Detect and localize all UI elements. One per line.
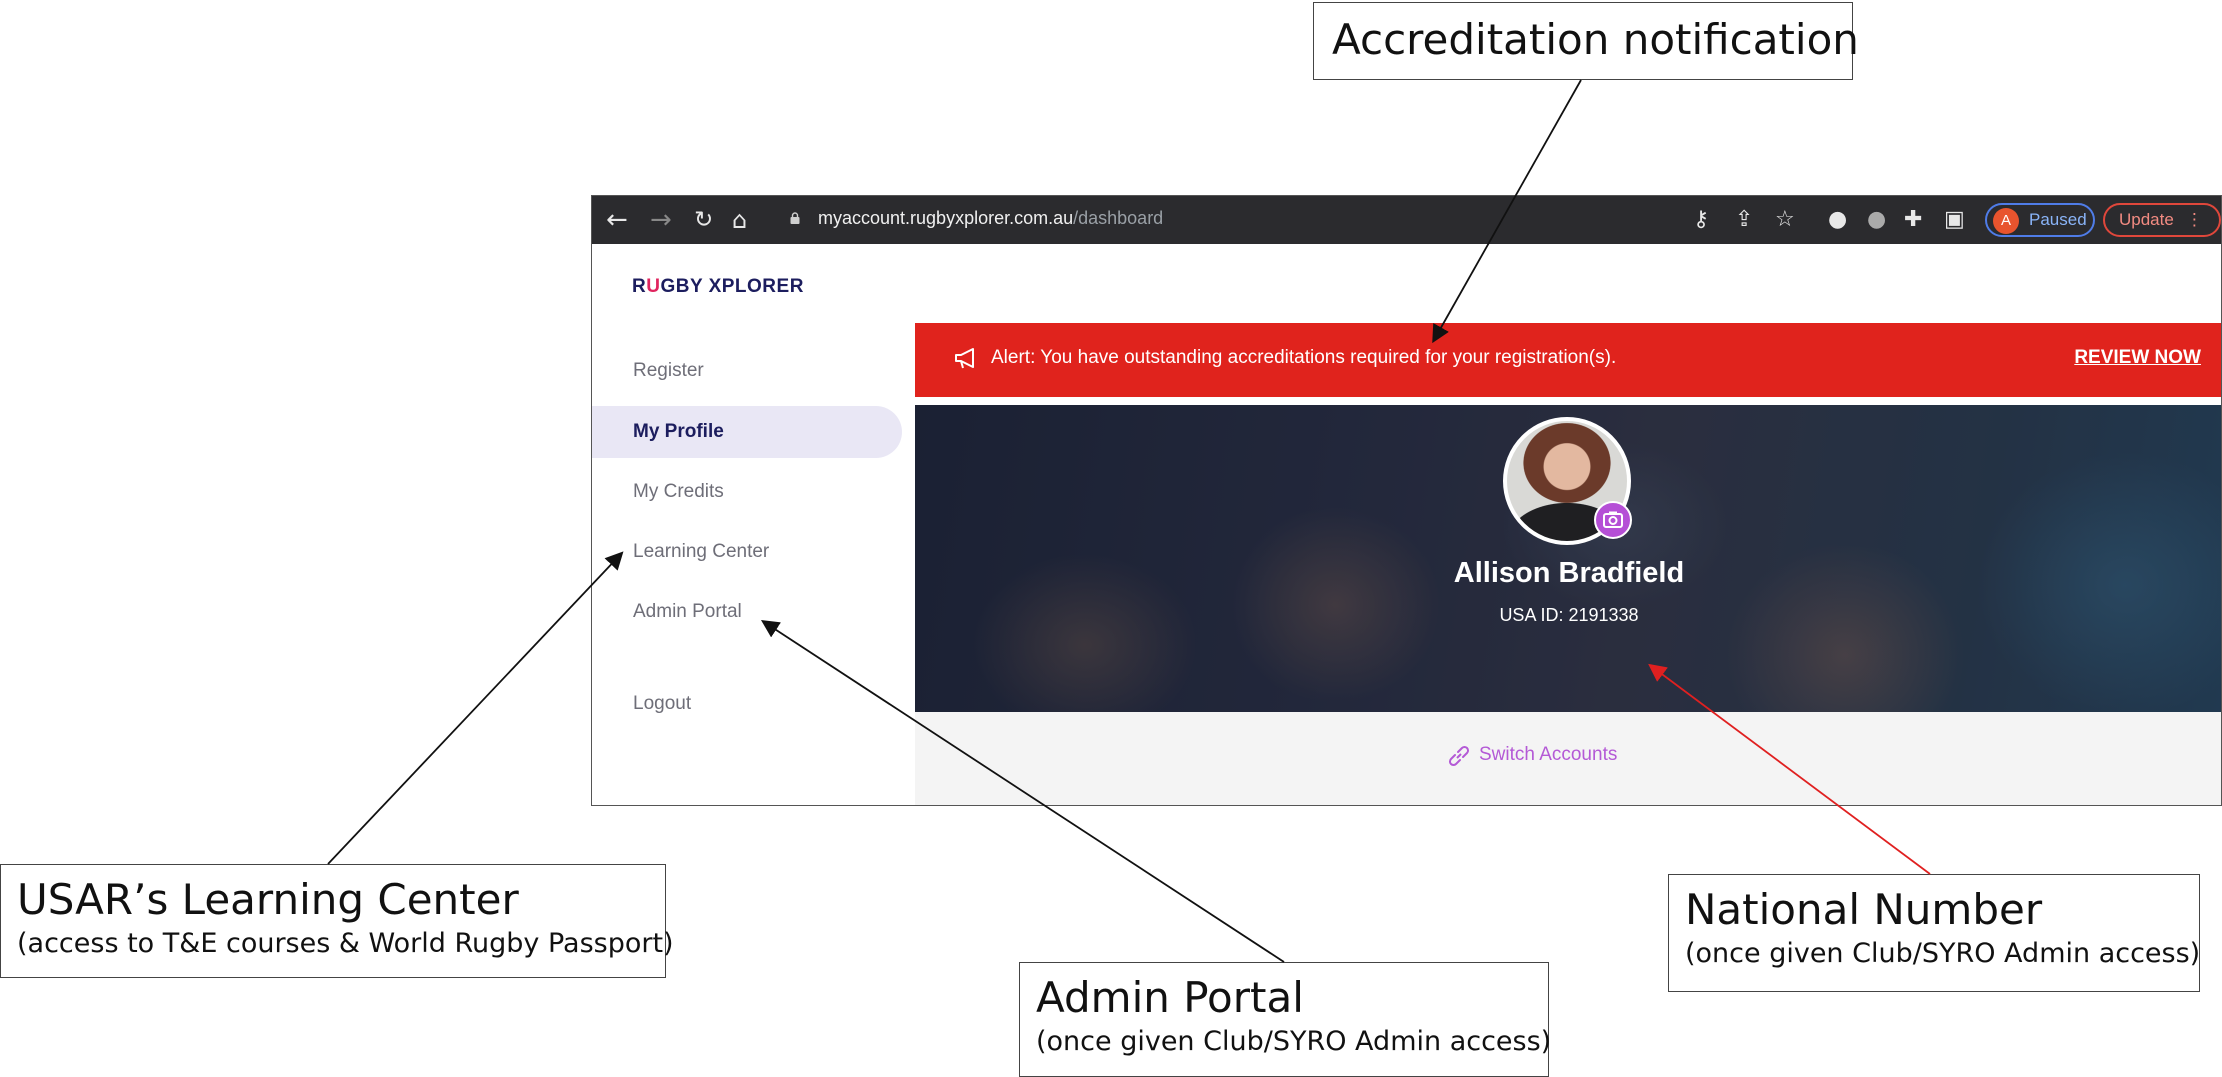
profile-avatar: A bbox=[1993, 208, 2019, 234]
callout-title: National Number bbox=[1685, 885, 2043, 934]
extension-bubble-icon[interactable]: ● bbox=[1867, 206, 1886, 234]
switch-accounts-area: Switch Accounts bbox=[915, 712, 2221, 805]
address-bar[interactable]: myaccount.rugbyxplorer.com.au/dashboard bbox=[818, 208, 1163, 229]
update-button[interactable]: Update ⋮ bbox=[2103, 203, 2221, 237]
review-now-link[interactable]: REVIEW NOW bbox=[2074, 347, 2201, 369]
callout-subtitle: (access to T&E courses & World Rugby Pas… bbox=[17, 928, 674, 959]
nav-register[interactable]: Register bbox=[592, 345, 902, 397]
sidebar-icon[interactable]: ▣ bbox=[1944, 206, 1965, 234]
kebab-menu-icon[interactable]: ⋮ bbox=[2186, 210, 2203, 229]
megaphone-icon bbox=[955, 348, 974, 369]
browser-toolbar: ← → ↻ ⌂ myaccount.rugbyxplorer.com.au/da… bbox=[592, 196, 2221, 244]
home-icon[interactable]: ⌂ bbox=[732, 205, 747, 235]
back-icon[interactable]: ← bbox=[606, 205, 628, 235]
key-icon[interactable]: ⚷ bbox=[1693, 206, 1709, 234]
reload-icon[interactable]: ↻ bbox=[694, 205, 713, 235]
rugby-xplorer-logo: RUGBY XPLORER bbox=[632, 276, 804, 297]
callout-subtitle: (once given Club/SYRO Admin access) bbox=[1685, 938, 2201, 969]
puzzle-icon[interactable]: ✚ bbox=[1904, 206, 1922, 234]
callout-title: Accreditation notification bbox=[1332, 15, 1859, 64]
star-icon[interactable]: ☆ bbox=[1775, 206, 1795, 234]
switch-accounts-link[interactable]: Switch Accounts bbox=[1479, 744, 1617, 766]
profile-button[interactable]: A Paused bbox=[1985, 203, 2095, 237]
url-path: /dashboard bbox=[1073, 208, 1164, 228]
learning-center-callout: USAR’s Learning Center (access to T&E co… bbox=[0, 864, 674, 978]
lock-icon bbox=[790, 212, 800, 224]
nav-logout[interactable]: Logout bbox=[592, 678, 902, 730]
national-id: USA ID: 2191338 bbox=[1499, 605, 1639, 625]
camera-icon[interactable] bbox=[1594, 501, 1632, 539]
extension-s-icon[interactable]: ● bbox=[1828, 206, 1847, 234]
nav-learning-center[interactable]: Learning Center bbox=[592, 526, 902, 578]
callout-subtitle: (once given Club/SYRO Admin access) bbox=[1036, 1026, 1552, 1057]
forward-icon[interactable]: → bbox=[650, 205, 672, 235]
nav-my-profile[interactable]: My Profile bbox=[592, 406, 902, 458]
learning-center-arrow bbox=[327, 551, 624, 865]
alert-message: Alert: You have outstanding accreditatio… bbox=[991, 347, 1617, 368]
nav-admin-portal[interactable]: Admin Portal bbox=[592, 586, 902, 638]
callout-title: Admin Portal bbox=[1036, 973, 1304, 1022]
update-label: Update bbox=[2119, 210, 2174, 229]
share-icon[interactable]: ⇪ bbox=[1735, 206, 1753, 234]
admin-portal-callout: Admin Portal (once given Club/SYRO Admin… bbox=[1019, 962, 1552, 1077]
url-host: myaccount.rugbyxplorer.com.au bbox=[818, 208, 1074, 228]
profile-hero: Allison Bradfield USA ID: 2191338 bbox=[915, 405, 2221, 712]
browser-window: ← → ↻ ⌂ myaccount.rugbyxplorer.com.au/da… bbox=[591, 195, 2222, 806]
profile-status: Paused bbox=[2029, 210, 2087, 229]
link-icon[interactable] bbox=[1445, 742, 1473, 770]
national-number-callout: National Number (once given Club/SYRO Ad… bbox=[1668, 874, 2200, 992]
nav-my-credits[interactable]: My Credits bbox=[592, 466, 902, 518]
profile-name: Allison Bradfield bbox=[1453, 557, 1685, 589]
callout-title: USAR’s Learning Center bbox=[17, 875, 519, 924]
accreditation-alert-banner: Alert: You have outstanding accreditatio… bbox=[915, 323, 2221, 397]
accreditation-callout: Accreditation notification bbox=[1313, 2, 1859, 80]
